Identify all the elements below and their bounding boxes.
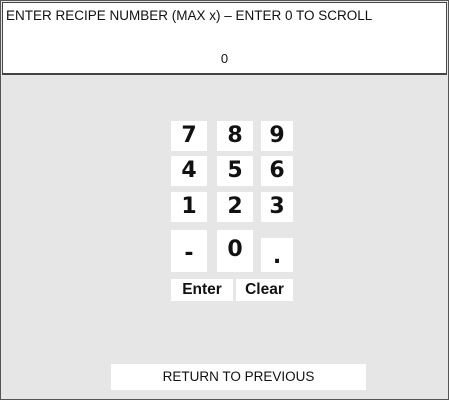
key-9[interactable]: 9 [261,121,293,151]
clear-button[interactable]: Clear [236,279,293,301]
key-2[interactable]: 2 [217,192,253,222]
key-0[interactable]: 0 [217,230,253,272]
key-4[interactable]: 4 [171,156,207,186]
key-3[interactable]: 3 [261,192,293,222]
key-5[interactable]: 5 [217,156,253,186]
prompt-instruction: ENTER RECIPE NUMBER (MAX x) – ENTER 0 TO… [6,8,373,23]
key-minus[interactable]: - [171,230,207,272]
key-6[interactable]: 6 [261,156,293,186]
return-to-previous-button[interactable]: RETURN TO PREVIOUS [111,364,366,390]
recipe-number-prompt[interactable]: ENTER RECIPE NUMBER (MAX x) – ENTER 0 TO… [2,2,447,75]
recipe-number-input[interactable]: 0 [3,51,446,66]
enter-button[interactable]: Enter [171,279,233,301]
key-8[interactable]: 8 [217,121,253,151]
key-7[interactable]: 7 [171,121,207,151]
key-decimal[interactable]: . [261,238,293,272]
key-1[interactable]: 1 [171,192,207,222]
